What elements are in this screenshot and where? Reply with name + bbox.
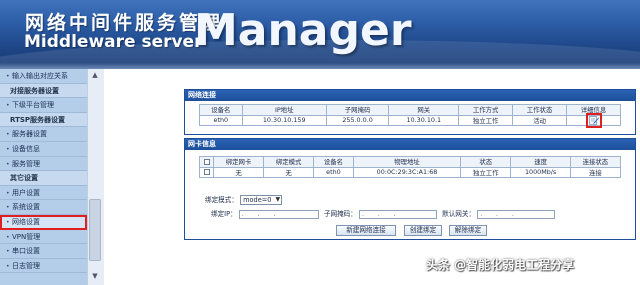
sidebar-item[interactable]: • 串口设置 bbox=[0, 244, 87, 259]
col-header: 网关 bbox=[388, 104, 460, 116]
sidebar-item[interactable]: • 服务器设置 bbox=[0, 127, 87, 142]
scroll-up-arrow-icon[interactable]: ▲ bbox=[88, 71, 102, 79]
watermark-text: 头条 @智能化弱电工程分享 bbox=[426, 258, 575, 272]
bind-mode-value: mode=0 bbox=[243, 196, 272, 204]
sidebar-item-label: 网络设置 bbox=[12, 217, 40, 226]
cell-mask: 255.0.0.0 bbox=[325, 114, 390, 126]
cell-device: eth0 bbox=[199, 114, 243, 126]
bind-ip-input[interactable]: . . . bbox=[238, 209, 319, 219]
sidebar-item[interactable]: • 日志管理 bbox=[0, 259, 87, 274]
main-content: 网络连接 设备名 IP地址 子网掩码 网关 工作方式 工作状态 详细信息 eth… bbox=[104, 69, 640, 285]
new-connection-button[interactable]: 新建网络连接 bbox=[336, 225, 396, 236]
table-row: eth0 10.30.10.159 255.0.0.0 10.30.10.1 独… bbox=[199, 112, 621, 128]
col-header: 状态 bbox=[460, 156, 512, 168]
mask-label: 子网掩码： bbox=[323, 210, 357, 218]
sidebar-item[interactable]: • VPN管理 bbox=[0, 230, 87, 245]
sidebar-item-label: 系统设置 bbox=[12, 203, 40, 212]
sidebar-group-header: 对接服务器设置 bbox=[0, 83, 87, 99]
cell-work-status: 活动 bbox=[512, 114, 568, 126]
sidebar-item-label: 设备信息 bbox=[12, 144, 40, 153]
col-header: 工作状态 bbox=[512, 104, 568, 116]
gateway-label: 默认网关： bbox=[442, 210, 476, 218]
cell-bind-mode: 无 bbox=[263, 166, 315, 178]
sidebar-item[interactable]: • 下级平台管理 bbox=[0, 98, 87, 113]
create-bind-button[interactable]: 创建绑定 bbox=[404, 225, 442, 236]
sidebar-nav: • 输入输出对应关系对接服务器设置 • 下级平台管理 RTSP服务器设置 • 服务器设置 • 设… bbox=[0, 69, 87, 274]
col-header: 子网掩码 bbox=[325, 104, 390, 116]
nic-info-panel: 网卡信息 绑定网卡 绑定模式 设备名 物理地址 状态 速度 连接状态 无 无 e… bbox=[184, 138, 636, 240]
col-header: 绑定网卡 bbox=[212, 156, 265, 168]
edit-details-icon[interactable] bbox=[585, 112, 602, 128]
nic-info-table: 绑定网卡 绑定模式 设备名 物理地址 状态 速度 连接状态 无 无 eth0 0… bbox=[199, 156, 622, 178]
sidebar-item[interactable]: • 设备信息 bbox=[0, 142, 87, 157]
sidebar-item-label: 对接服务器设置 bbox=[10, 86, 59, 95]
sidebar-item-label: 日志管理 bbox=[12, 261, 40, 270]
cell-mac: 00:0C:29:3C:A1:68 bbox=[352, 166, 462, 178]
sidebar-item-label: 输入输出对应关系 bbox=[12, 72, 68, 80]
table-row: 无 无 eth0 00:0C:29:3C:A1:68 独立工作 1000Mb/s… bbox=[199, 166, 622, 178]
bind-mode-row: 绑定模式： mode=0 ▼ bbox=[205, 194, 283, 205]
gateway-input[interactable]: . . . bbox=[477, 209, 556, 219]
sidebar-item[interactable]: • 用户设置 bbox=[0, 186, 87, 201]
sidebar-group-header: RTSP服务器设置 bbox=[0, 112, 87, 128]
col-header: IP地址 bbox=[241, 104, 327, 116]
select-all-checkbox-cell bbox=[199, 156, 214, 168]
app-title-en: Middleware server bbox=[24, 32, 203, 52]
col-header: 设备名 bbox=[199, 104, 243, 116]
scrollbar-thumb[interactable] bbox=[89, 199, 101, 261]
sidebar-item-label: 其它设置 bbox=[10, 174, 38, 183]
cell-device: eth0 bbox=[313, 166, 354, 178]
cell-bind-nic: 无 bbox=[212, 166, 265, 178]
cell-details bbox=[566, 112, 621, 128]
cell-ip: 10.30.10.159 bbox=[241, 114, 327, 126]
network-connection-panel: 网络连接 设备名 IP地址 子网掩码 网关 工作方式 工作状态 详细信息 eth… bbox=[184, 89, 636, 135]
sidebar-item-label: 服务管理 bbox=[12, 159, 40, 168]
sidebar-item[interactable]: • 服务管理 bbox=[0, 157, 87, 172]
cell-gateway: 10.30.10.1 bbox=[388, 114, 460, 126]
mask-input[interactable]: . . . bbox=[359, 209, 437, 219]
sidebar: • 输入输出对应关系对接服务器设置 • 下级平台管理 RTSP服务器设置 • 服务器设置 • 设… bbox=[0, 69, 104, 285]
row-checkbox[interactable] bbox=[203, 169, 210, 176]
network-connection-table: 设备名 IP地址 子网掩码 网关 工作方式 工作状态 详细信息 eth0 10.… bbox=[199, 104, 621, 128]
cell-status: 独立工作 bbox=[460, 166, 512, 178]
header-banner: 网络中间件服务管理 Middleware server Manager bbox=[0, 0, 640, 69]
nic-info-title: 网卡信息 bbox=[185, 139, 635, 150]
col-header: 绑定模式 bbox=[263, 156, 315, 168]
remove-bind-button[interactable]: 解除绑定 bbox=[449, 225, 487, 236]
cell-work-mode: 独立工作 bbox=[458, 114, 514, 126]
sidebar-item[interactable]: • 输入输出对应关系 bbox=[0, 69, 87, 84]
sidebar-item-label: 串口设置 bbox=[12, 247, 40, 256]
sidebar-item[interactable]: • 网络设置 bbox=[0, 214, 87, 230]
app-title-manager: Manager bbox=[194, 5, 412, 56]
col-header: 速度 bbox=[510, 156, 571, 168]
sidebar-item-label: 下级平台管理 bbox=[12, 101, 54, 110]
col-header: 工作方式 bbox=[458, 104, 514, 116]
sidebar-item-label: 服务器设置 bbox=[12, 130, 47, 139]
bind-mode-select[interactable]: mode=0 ▼ bbox=[240, 195, 283, 205]
select-all-checkbox[interactable] bbox=[203, 158, 210, 165]
sidebar-item-label: 用户设置 bbox=[12, 188, 40, 197]
sidebar-item[interactable]: • 系统设置 bbox=[0, 200, 87, 215]
sidebar-item-label: VPN管理 bbox=[12, 232, 41, 241]
bind-ip-label: 绑定IP： bbox=[211, 210, 237, 218]
col-header: 详细信息 bbox=[566, 104, 621, 116]
chevron-down-icon: ▼ bbox=[275, 196, 281, 203]
sidebar-group-header: 其它设置 bbox=[0, 171, 87, 186]
network-connection-title: 网络连接 bbox=[185, 90, 635, 101]
col-header: 连接状态 bbox=[569, 156, 622, 168]
scroll-down-arrow-icon[interactable]: ▼ bbox=[88, 272, 102, 280]
bind-ip-row: 绑定IP： . . . 子网掩码： . . . 默认网关： . . . bbox=[211, 208, 556, 219]
cell-link-status: 连接 bbox=[569, 166, 622, 178]
sidebar-item-label: RTSP服务器设置 bbox=[10, 115, 66, 124]
col-header: 设备名 bbox=[313, 156, 354, 168]
bind-mode-label: 绑定模式： bbox=[205, 196, 238, 204]
cell-speed: 1000Mb/s bbox=[510, 166, 571, 178]
row-checkbox-cell bbox=[199, 166, 214, 178]
col-header: 物理地址 bbox=[352, 156, 462, 168]
